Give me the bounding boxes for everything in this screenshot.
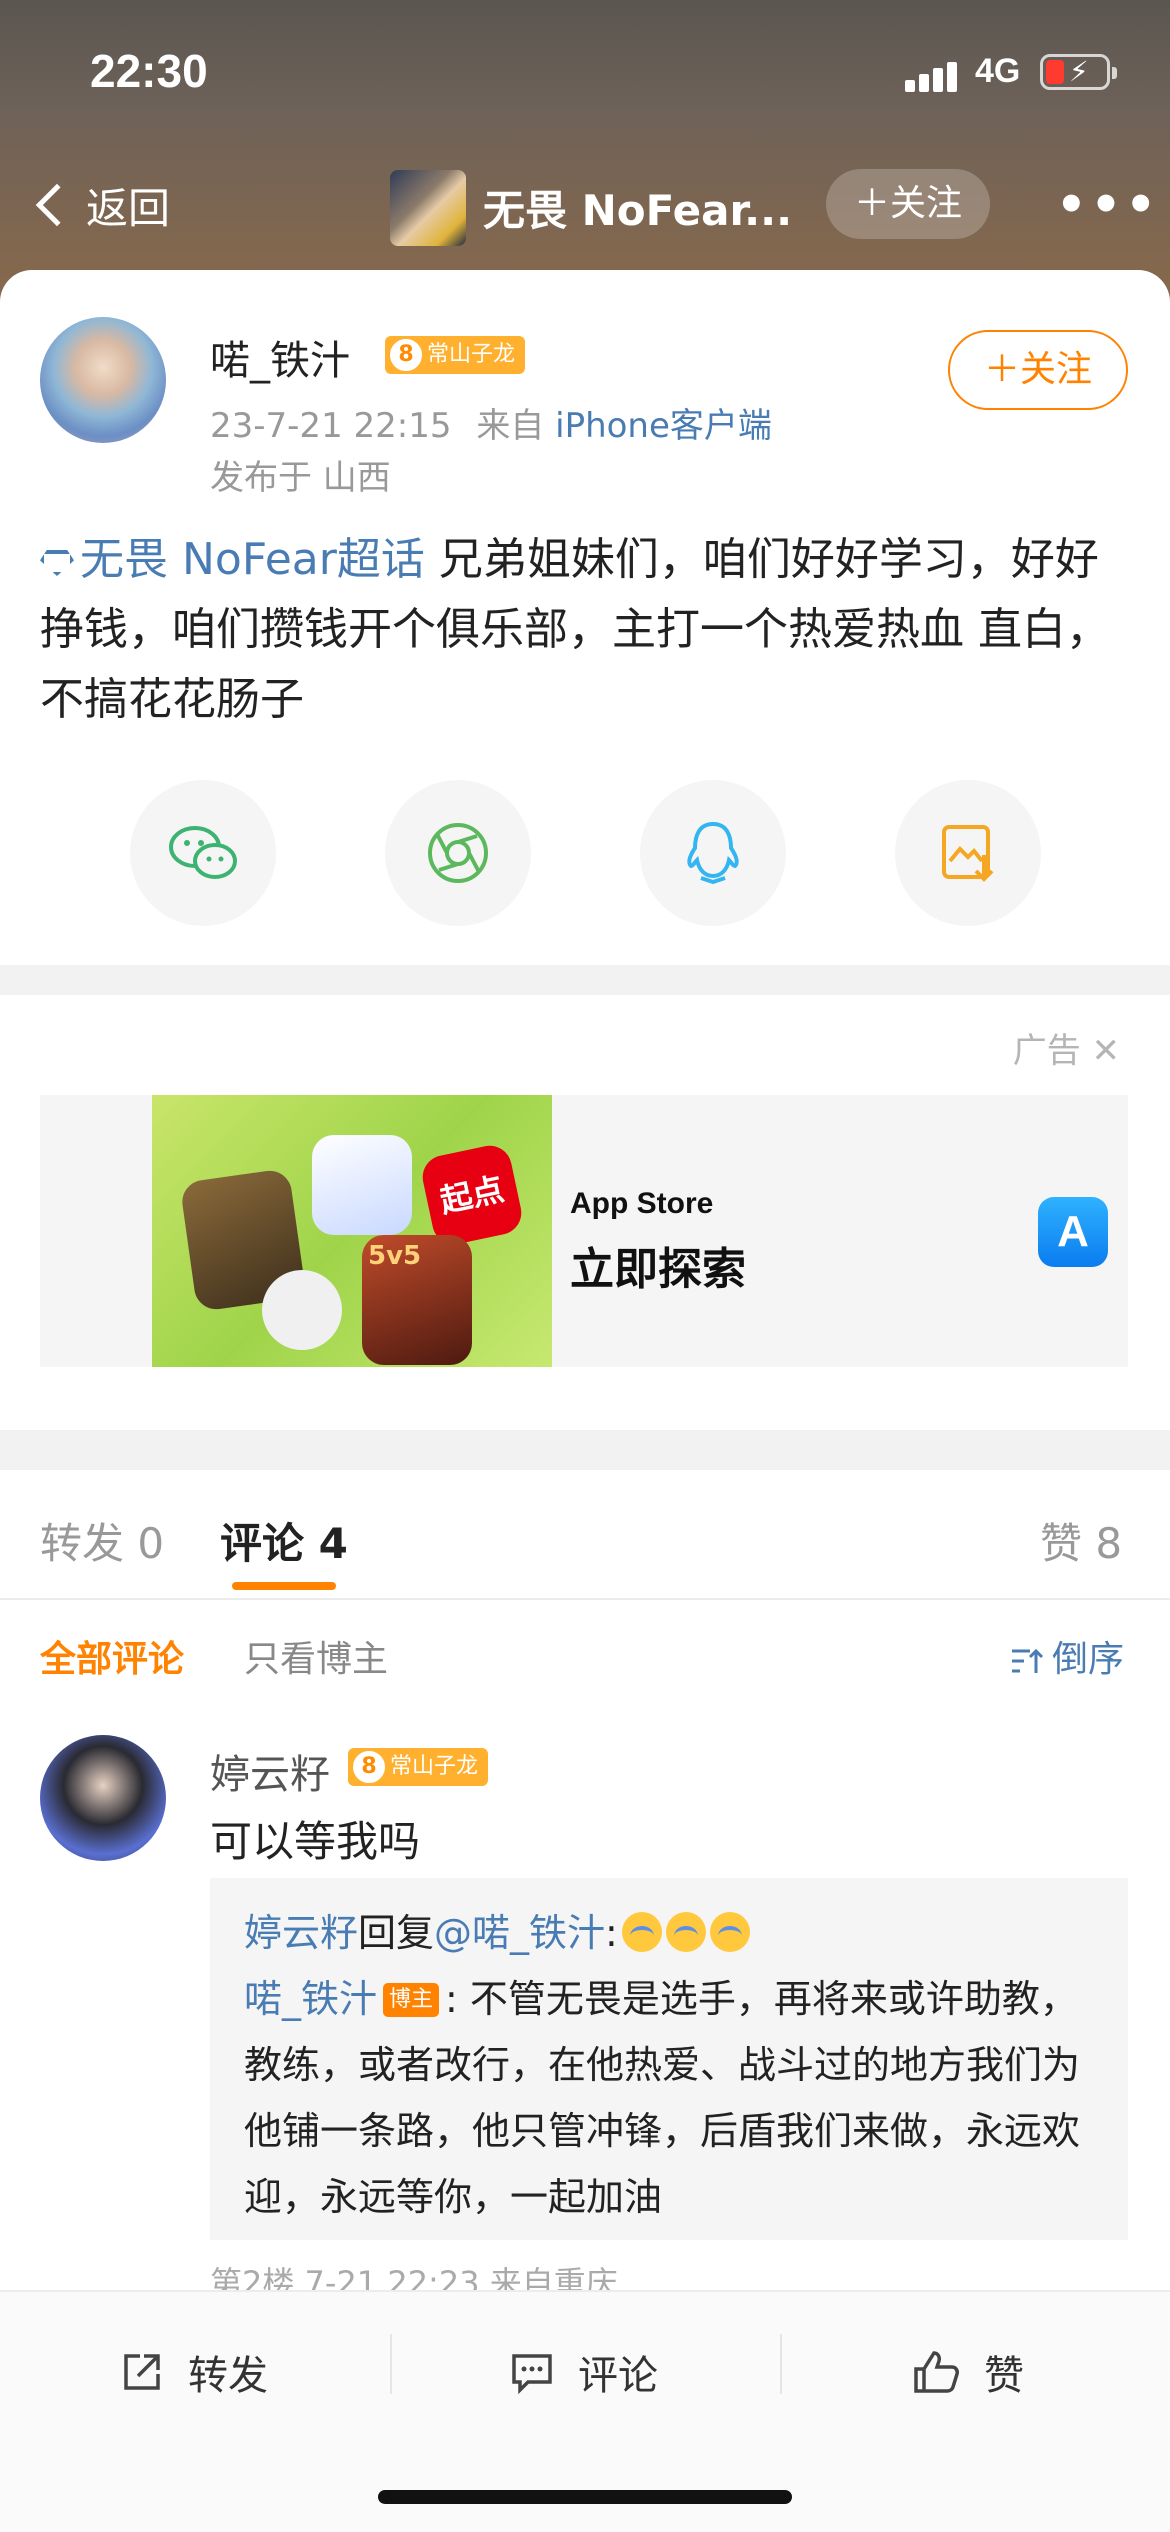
- tab-indicator: [232, 1582, 336, 1590]
- network-type: 4G: [975, 52, 1021, 90]
- ad-banner[interactable]: 起点 5v5 App Store 立即探索 A: [40, 1095, 1128, 1367]
- share-icon: [124, 2354, 160, 2390]
- post-meta: 23-7-21 22:15 来自 iPhone客户端: [210, 398, 772, 447]
- post-source[interactable]: iPhone客户端: [555, 406, 772, 446]
- status-bar: 22:30 4G ⚡: [0, 0, 1170, 150]
- more-icon[interactable]: •••: [1056, 177, 1160, 233]
- tab-reposts[interactable]: 转发 0: [40, 1510, 164, 1571]
- ad-store-label: App Store: [570, 1187, 714, 1220]
- fan-level: 8: [387, 336, 425, 374]
- divider: [390, 2334, 392, 2394]
- post-source-prefix: 来自: [476, 406, 545, 446]
- post-card: 喏_铁汁 8 常山子龙 23-7-21 22:15 来自 iPhone客户端 发…: [0, 270, 1170, 965]
- filter-all[interactable]: 全部评论: [40, 1630, 184, 1682]
- reply-thread[interactable]: 婷云籽回复@喏_铁汁: 喏_铁汁 博主: 不管无畏是选手，再将来或许助教，教练，或…: [210, 1878, 1128, 2240]
- reply-line-1: 婷云籽回复@喏_铁汁:: [244, 1900, 1094, 1966]
- comment-button[interactable]: 评论: [510, 2334, 658, 2410]
- chevron-left-icon: [35, 183, 79, 227]
- bottom-action-bar: 转发 评论 赞: [0, 2290, 1170, 2532]
- home-indicator: [378, 2490, 792, 2504]
- tab-likes[interactable]: 赞 8: [1040, 1510, 1122, 1571]
- appstore-icon: A: [1038, 1197, 1108, 1267]
- moments-icon: [428, 823, 488, 883]
- tab-comments[interactable]: 评论 4: [220, 1510, 348, 1571]
- diamond-icon: [40, 550, 74, 576]
- reply-mention[interactable]: @喏_铁汁: [434, 1911, 605, 1955]
- ad-card[interactable]: 广告 ✕ 起点 5v5 App Store 立即探索 A: [0, 995, 1170, 1430]
- thumbs-up-icon: [914, 2351, 959, 2393]
- follow-button[interactable]: ＋关注: [948, 330, 1128, 410]
- post-date: 23-7-21 22:15: [210, 406, 452, 446]
- reply-user[interactable]: 婷云籽: [244, 1911, 358, 1955]
- share-row: [0, 780, 1170, 930]
- signal-icon: [905, 60, 961, 92]
- commenter-avatar[interactable]: [40, 1735, 166, 1861]
- battery-icon: ⚡: [1040, 54, 1117, 90]
- author-name[interactable]: 喏_铁汁: [210, 328, 350, 386]
- back-button[interactable]: 返回: [30, 173, 170, 237]
- divider: [780, 2334, 782, 2394]
- nav-follow-button[interactable]: ＋关注: [826, 169, 990, 239]
- page-title[interactable]: 无畏 NoFear...: [483, 177, 792, 238]
- sort-icon: [1011, 1648, 1044, 1673]
- crying-emoji-icon: [621, 1912, 662, 1952]
- supertopic-link[interactable]: 无畏 NoFear超话: [40, 534, 425, 585]
- crying-emoji-icon: [665, 1912, 706, 1952]
- supertopic-avatar[interactable]: [390, 170, 466, 246]
- like-button[interactable]: 赞: [912, 2334, 1024, 2410]
- game-tile: 5v5: [362, 1235, 472, 1365]
- comment-item: 婷云籽 8 常山子龙 可以等我吗 婷云籽回复@喏_铁汁: 喏_铁汁 博主: 不管无…: [0, 1730, 1170, 2302]
- qidian-tile: 起点: [418, 1141, 526, 1249]
- post-location: 发布于 山西: [210, 458, 391, 498]
- back-label: 返回: [86, 183, 171, 233]
- save-image-button[interactable]: [895, 780, 1041, 926]
- comment-icon: [512, 2354, 552, 2394]
- filter-author-only[interactable]: 只看博主: [244, 1630, 388, 1682]
- ad-cta[interactable]: 立即探索: [570, 1233, 746, 1297]
- ad-image: 起点 5v5: [152, 1095, 552, 1367]
- crying-emoji-icon: [709, 1912, 750, 1952]
- commenter-name[interactable]: 婷云籽: [210, 1742, 330, 1800]
- comment-filters: 全部评论 只看博主 倒序: [0, 1630, 1170, 1690]
- host-badge: 博主: [383, 1983, 440, 2017]
- reply-line-2: 喏_铁汁 博主: 不管无畏是选手，再将来或许助教，教练，或者改行，在他热爱、战斗过…: [244, 1966, 1094, 2230]
- share-moments-button[interactable]: [385, 780, 531, 926]
- wechat-icon: [169, 826, 237, 879]
- author-avatar[interactable]: [40, 317, 166, 443]
- share-wechat-button[interactable]: [130, 780, 276, 926]
- status-time: 22:30: [90, 45, 208, 97]
- fan-badge-label: 常山子龙: [427, 342, 516, 367]
- ad-label[interactable]: 广告 ✕: [1013, 1023, 1120, 1072]
- top-nav: 返回 无畏 NoFear... ＋关注 •••: [0, 155, 1170, 255]
- reply-author[interactable]: 喏_铁汁: [244, 1977, 377, 2021]
- sort-button[interactable]: 倒序: [1010, 1630, 1124, 1682]
- interaction-tabs: 转发 0 评论 4 赞 8: [0, 1470, 1170, 1600]
- commenter-fan-badge[interactable]: 8 常山子龙: [348, 1748, 489, 1786]
- save-image-icon: [942, 825, 994, 882]
- qq-icon: [687, 821, 739, 885]
- share-qq-button[interactable]: [640, 780, 786, 926]
- fan-badge[interactable]: 8 常山子龙: [385, 336, 526, 374]
- post-text: 无畏 NoFear超话 兄弟姐妹们，咱们好好学习，好好挣钱，咱们攒钱开个俱乐部，…: [40, 525, 1130, 735]
- repost-button[interactable]: 转发: [120, 2334, 268, 2410]
- comment-text: 可以等我吗: [210, 1817, 421, 1866]
